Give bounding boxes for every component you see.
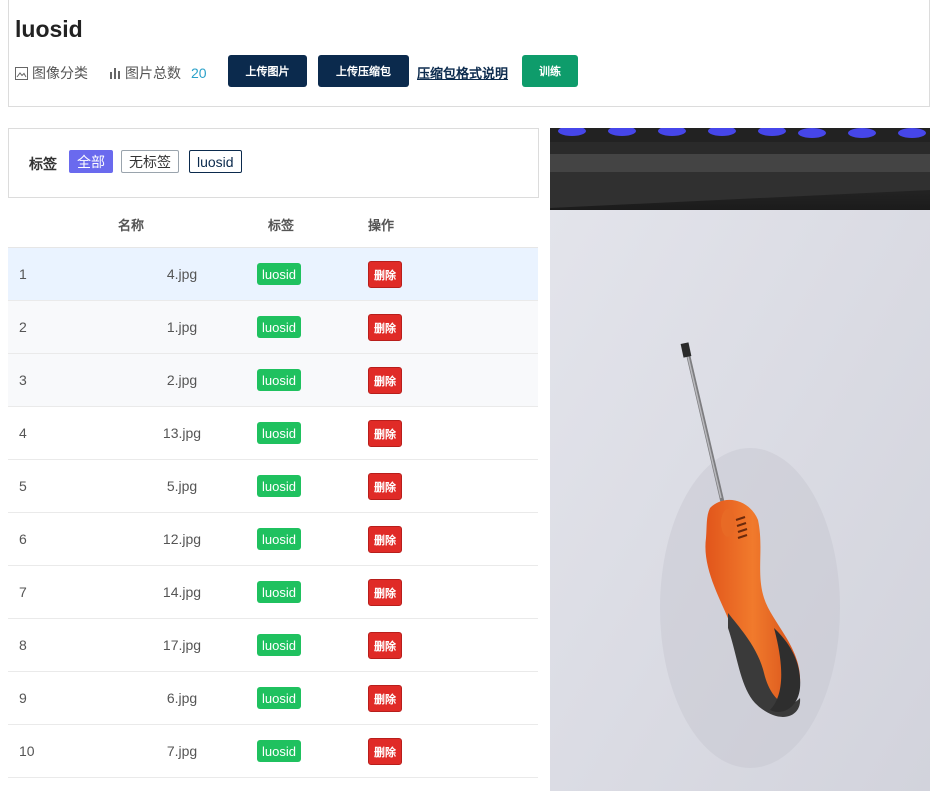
upload-image-button[interactable]: 上传图片: [228, 55, 307, 87]
column-action-header: 操作: [368, 218, 395, 233]
image-preview: [550, 128, 930, 791]
row-index: 9: [19, 690, 27, 706]
row-index: 4: [19, 425, 27, 441]
delete-button[interactable]: 删除: [368, 579, 402, 606]
train-button[interactable]: 训练: [522, 55, 578, 87]
row-index: 7: [19, 584, 27, 600]
row-file-name: 1.jpg: [166, 319, 198, 335]
row-index: 2: [19, 319, 27, 335]
row-tag-badge: luosid: [257, 316, 301, 338]
header-panel: luosid 图像分类 图片总数 20 上传图片 上传压缩包 压缩包格式说明 训…: [8, 0, 930, 107]
row-index: 6: [19, 531, 27, 547]
delete-button[interactable]: 删除: [368, 473, 402, 500]
row-file-name: 12.jpg: [162, 531, 202, 547]
zip-format-help-link[interactable]: 压缩包格式说明: [417, 63, 508, 82]
total-count: 20: [191, 65, 207, 81]
row-file-name: 7.jpg: [166, 743, 198, 759]
table-row[interactable]: 5 5.jpg luosid 删除: [8, 460, 538, 513]
total-label: 图片总数: [125, 65, 181, 81]
row-tag-badge: luosid: [257, 581, 301, 603]
table-row[interactable]: 3 2.jpg luosid 删除: [8, 354, 538, 407]
table-row[interactable]: 1 4.jpg luosid 删除: [8, 248, 538, 301]
tag-filter-panel: 标签 全部 无标签 luosid: [8, 128, 539, 198]
row-file-name: 4.jpg: [166, 266, 198, 282]
row-file-name: 5.jpg: [166, 478, 198, 494]
image-table: 名称 标签 操作 1 4.jpg luosid 删除 2 1.jpg luosid 删除 3 2.…: [8, 199, 538, 778]
image-icon: [15, 66, 28, 80]
column-name-header: 名称: [118, 218, 145, 233]
table-row[interactable]: 7 14.jpg luosid 删除: [8, 566, 538, 619]
total-meta: 图片总数 20: [109, 63, 207, 83]
delete-button[interactable]: 删除: [368, 526, 402, 553]
filter-label: 标签: [29, 156, 57, 172]
page-title: luosid: [15, 16, 83, 42]
row-tag-badge: luosid: [257, 369, 301, 391]
table-row[interactable]: 8 17.jpg luosid 删除: [8, 619, 538, 672]
row-index: 1: [19, 266, 27, 282]
delete-button[interactable]: 删除: [368, 738, 402, 765]
upload-zip-button[interactable]: 上传压缩包: [318, 55, 409, 87]
row-index: 8: [19, 637, 27, 653]
delete-button[interactable]: 删除: [368, 632, 402, 659]
delete-button[interactable]: 删除: [368, 685, 402, 712]
row-tag-badge: luosid: [257, 528, 301, 550]
category-meta: 图像分类: [15, 63, 88, 83]
row-index: 3: [19, 372, 27, 388]
row-index: 10: [19, 743, 35, 759]
filter-tag-all[interactable]: 全部: [69, 150, 113, 173]
table-header: 名称 标签 操作: [8, 199, 538, 248]
row-tag-badge: luosid: [257, 634, 301, 656]
filter-tag-luosid[interactable]: luosid: [189, 150, 242, 173]
delete-button[interactable]: 删除: [368, 367, 402, 394]
column-tag-header: 标签: [268, 218, 295, 233]
row-tag-badge: luosid: [257, 740, 301, 762]
row-tag-badge: luosid: [257, 687, 301, 709]
delete-button[interactable]: 删除: [368, 314, 402, 341]
screwdriver-photo: [550, 128, 930, 791]
table-row[interactable]: 2 1.jpg luosid 删除: [8, 301, 538, 354]
row-file-name: 17.jpg: [162, 637, 202, 653]
table-row[interactable]: 4 13.jpg luosid 删除: [8, 407, 538, 460]
table-row[interactable]: 9 6.jpg luosid 删除: [8, 672, 538, 725]
table-row[interactable]: 6 12.jpg luosid 删除: [8, 513, 538, 566]
row-file-name: 14.jpg: [162, 584, 202, 600]
row-tag-badge: luosid: [257, 422, 301, 444]
row-tag-badge: luosid: [257, 263, 301, 285]
row-tag-badge: luosid: [257, 475, 301, 497]
row-index: 5: [19, 478, 27, 494]
delete-button[interactable]: 删除: [368, 261, 402, 288]
filter-tag-untagged[interactable]: 无标签: [121, 150, 179, 173]
bar-chart-icon: [110, 68, 120, 79]
category-label: 图像分类: [32, 65, 88, 81]
row-file-name: 13.jpg: [162, 425, 202, 441]
row-file-name: 2.jpg: [166, 372, 198, 388]
delete-button[interactable]: 删除: [368, 420, 402, 447]
row-file-name: 6.jpg: [166, 690, 198, 706]
table-row[interactable]: 10 7.jpg luosid 删除: [8, 725, 538, 778]
